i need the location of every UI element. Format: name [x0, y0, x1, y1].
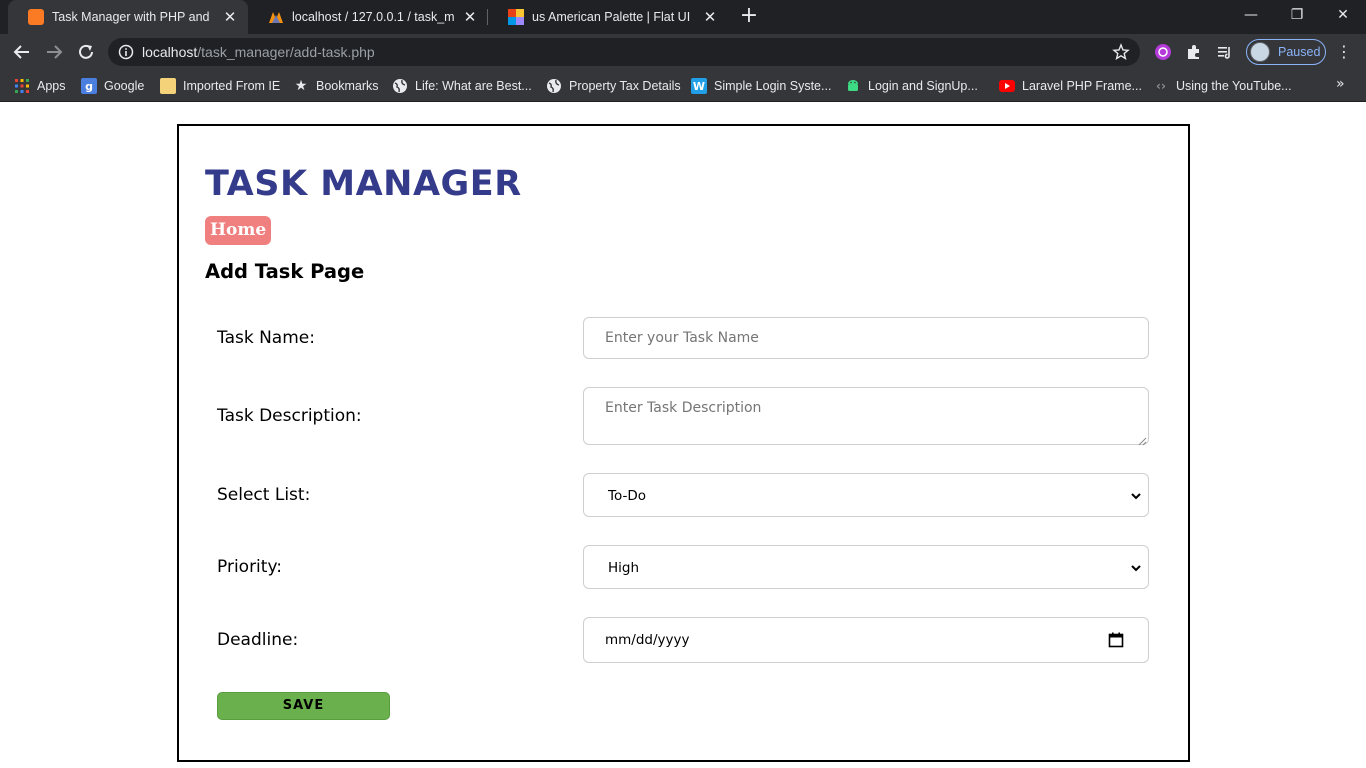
bookmark-label: Imported From IE: [183, 79, 281, 93]
minimize-icon[interactable]: —: [1228, 0, 1274, 30]
task-description-placeholder: Enter Task Description: [605, 400, 762, 416]
tab-flat-ui-colors[interactable]: us American Palette | Flat UI Colo ✕: [488, 0, 728, 34]
bookmark-laravel[interactable]: Laravel PHP Frame...: [999, 76, 1142, 96]
xampp-icon: [28, 9, 44, 25]
close-icon[interactable]: ✕: [702, 9, 718, 25]
tab-task-manager[interactable]: Task Manager with PHP and MyS ✕: [8, 0, 248, 34]
priority-dropdown[interactable]: High: [583, 545, 1149, 589]
deadline-value: mm/dd/yyyy: [605, 632, 690, 648]
youtube-icon: [999, 78, 1015, 94]
window-close-icon[interactable]: ✕: [1320, 0, 1366, 30]
select-list-label: Select List:: [217, 485, 311, 505]
bookmark-label: Apps: [37, 79, 66, 93]
globe-icon: [392, 78, 408, 94]
media-control-icon[interactable]: [1215, 42, 1235, 62]
code-icon: ‹›: [1156, 79, 1166, 93]
profile-status: Paused: [1278, 45, 1321, 59]
bookmark-label: Property Tax Details: [569, 79, 681, 93]
app-title: TASK MANAGER: [205, 164, 522, 204]
google-icon: g: [81, 78, 97, 94]
task-name-placeholder: Enter your Task Name: [605, 330, 759, 346]
bookmark-youtube-api[interactable]: ‹› Using the YouTube...: [1153, 76, 1292, 96]
restore-icon[interactable]: ❐: [1274, 0, 1320, 30]
task-name-input[interactable]: Enter your Task Name: [583, 317, 1149, 359]
calendar-icon[interactable]: [1108, 632, 1124, 648]
forward-icon[interactable]: [40, 38, 68, 66]
bookmark-label: Bookmarks: [316, 79, 379, 93]
bookmark-label: Laravel PHP Frame...: [1022, 79, 1142, 93]
close-icon[interactable]: ✕: [222, 9, 238, 25]
bookmark-label: Login and SignUp...: [868, 79, 978, 93]
tab-strip: Task Manager with PHP and MyS ✕ localhos…: [0, 0, 1366, 34]
phpmyadmin-icon: [268, 9, 284, 25]
globe-icon: [546, 78, 562, 94]
main-wrapper: TASK MANAGER Home Add Task Page Task Nam…: [177, 124, 1190, 762]
chevron-down-icon: [1130, 562, 1142, 574]
chevron-down-icon: [1130, 490, 1142, 502]
bookmark-imported-from-ie[interactable]: Imported From IE: [160, 76, 280, 96]
w-logo-icon: W: [691, 78, 707, 94]
menu-icon[interactable]: ⋮: [1334, 42, 1354, 62]
browser-toolbar: localhost/task_manager/add-task.php Paus…: [0, 34, 1366, 70]
star-icon: ★: [294, 78, 308, 94]
apps-grid-icon: [14, 78, 30, 94]
close-icon[interactable]: ✕: [462, 9, 478, 25]
page-viewport: TASK MANAGER Home Add Task Page Task Nam…: [0, 103, 1366, 768]
bookmark-label: Simple Login Syste...: [714, 79, 832, 93]
bookmark-google[interactable]: g Google: [81, 76, 144, 96]
task-name-label: Task Name:: [217, 328, 315, 348]
url-host: localhost: [142, 44, 198, 60]
bookmark-life[interactable]: Life: What are Best...: [392, 76, 532, 96]
page-title: Add Task Page: [205, 260, 365, 283]
deadline-label: Deadline:: [217, 630, 299, 650]
resize-handle-icon[interactable]: [1138, 434, 1147, 446]
reload-icon[interactable]: [72, 38, 100, 66]
address-bar[interactable]: localhost/task_manager/add-task.php: [108, 38, 1140, 66]
bookmarks-bar: Apps g Google Imported From IE ★ Bookmar…: [0, 70, 1366, 102]
tab-title: Task Manager with PHP and MyS: [52, 10, 214, 24]
info-icon[interactable]: [118, 44, 134, 60]
extension-icon[interactable]: [1153, 42, 1173, 62]
palette-icon: [508, 9, 524, 25]
back-icon[interactable]: [8, 38, 36, 66]
more-bookmarks-icon[interactable]: »: [1336, 76, 1345, 92]
bookmark-label: Google: [104, 79, 145, 93]
bookmark-simple-login[interactable]: W Simple Login Syste...: [691, 76, 831, 96]
bookmark-property-tax[interactable]: Property Tax Details: [546, 76, 681, 96]
task-description-textarea[interactable]: Enter Task Description: [583, 387, 1149, 446]
tab-title: localhost / 127.0.0.1 / task_mana: [292, 10, 454, 24]
select-list-dropdown[interactable]: To-Do: [583, 473, 1149, 517]
bookmark-apps[interactable]: Apps: [14, 76, 66, 96]
select-list-value: To-Do: [608, 488, 646, 504]
home-button[interactable]: Home: [205, 216, 272, 245]
bookmark-label: Life: What are Best...: [415, 79, 532, 93]
deadline-date-input[interactable]: mm/dd/yyyy: [583, 617, 1149, 663]
new-tab-icon[interactable]: +: [738, 5, 760, 28]
tab-title: us American Palette | Flat UI Colo: [532, 10, 694, 24]
priority-label: Priority:: [217, 557, 282, 577]
profile-button[interactable]: Paused: [1246, 39, 1326, 65]
folder-icon: [160, 78, 176, 94]
bookmark-label: Using the YouTube...: [1176, 79, 1292, 93]
bookmark-star-icon[interactable]: [1112, 43, 1130, 61]
save-button[interactable]: SAVE: [217, 692, 390, 720]
puzzle-icon[interactable]: [1184, 42, 1204, 62]
task-description-label: Task Description:: [217, 406, 362, 426]
priority-value: High: [608, 560, 640, 576]
avatar: [1250, 42, 1270, 62]
tab-phpmyadmin[interactable]: localhost / 127.0.0.1 / task_mana ✕: [248, 0, 488, 34]
bookmark-login-signup[interactable]: Login and SignUp...: [845, 76, 978, 96]
bookmark-bookmarks[interactable]: ★ Bookmarks: [293, 76, 379, 96]
android-icon: [845, 78, 861, 94]
url-text: localhost/task_manager/add-task.php: [142, 44, 375, 60]
url-path: /task_manager/add-task.php: [197, 44, 375, 60]
